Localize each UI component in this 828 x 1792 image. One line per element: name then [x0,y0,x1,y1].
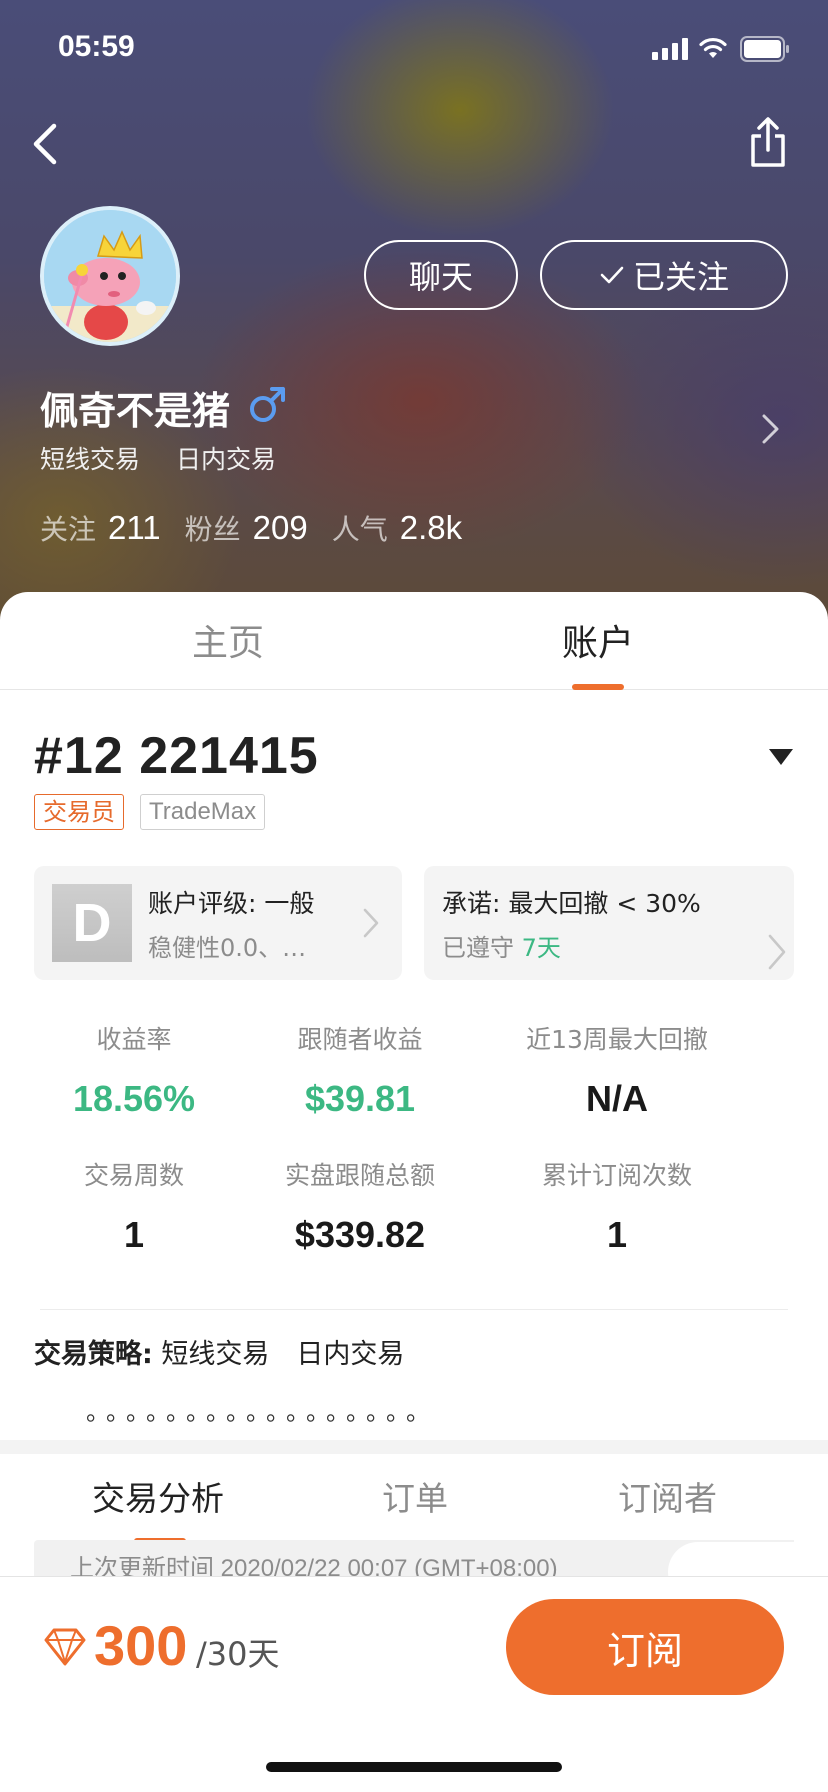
following-label[interactable]: 关注 [40,508,96,548]
diamond-icon [44,1628,86,1666]
trading-weeks-metric: 交易周数 1 [24,1156,244,1256]
popularity-count: 2.8k [399,509,463,546]
battery-icon [740,36,789,62]
metric-value: 18.56% [72,1078,196,1119]
max-drawdown-metric: 近13周最大回撤 N/A [507,1020,727,1120]
checkmark-icon [600,266,624,284]
status-time: 05:59 [58,30,135,63]
metric-label: 实盘跟随总额 [284,1161,435,1190]
strategy-text: 短线交易 日内交易 [161,1339,405,1370]
profile-header: 05:59 聊天 已关注 佩奇不是猪 短线交易 日内交易 关注 211 粉丝 2… [0,0,828,640]
metric-label: 收益率 [96,1025,172,1054]
share-icon[interactable] [744,116,792,170]
following-count[interactable]: 211 [108,509,161,547]
account-rating-card[interactable]: D 账户评级: 一般 稳健性0.0、… [34,866,402,980]
tab-trade-analysis[interactable]: 交易分析 [92,1472,224,1520]
account-number: #12 221415 [34,727,319,785]
follow-button-label: 已关注 [632,258,729,296]
update-time: 上次更新时间 2020/02/22 00:07 (GMT+08:00) [70,1555,558,1578]
user-tags: 短线交易 日内交易 [40,440,304,476]
chat-button-label: 聊天 [408,258,473,296]
metric-label: 近13周最大回撤 [526,1025,708,1054]
price-period: /30天 [196,1635,280,1673]
follower-profit-metric: 跟随者收益 $39.81 [250,1020,470,1120]
tab-orders[interactable]: 订单 [382,1472,448,1520]
section-gap [0,1440,828,1454]
rating-title: 账户评级: 一般 [148,889,315,918]
wifi-icon [699,37,727,58]
avatar-image [44,210,176,342]
signal-icon [652,38,688,60]
trader-badge: 交易员 [34,794,124,830]
trading-strategy: 交易策略: 短线交易 日内交易 [34,1334,454,1376]
home-indicator [266,1762,562,1772]
active-tab-indicator [572,684,624,690]
update-time-bar: 上次更新时间 2020/02/22 00:07 (GMT+08:00) [34,1540,794,1578]
promise-title: 承诺: 最大回撤 < 30% [442,889,701,918]
chat-button[interactable]: 聊天 [364,240,518,310]
metric-value: $39.81 [304,1078,416,1119]
male-icon [250,387,285,422]
return-rate-metric: 收益率 18.56% [24,1020,244,1120]
strategy-label: 交易策略: [34,1339,153,1370]
tab-home[interactable]: 主页 [192,614,264,666]
profile-stats: 关注 211 粉丝 209 人气 2.8k [40,508,486,548]
tab-subscribers[interactable]: 订阅者 [618,1472,717,1520]
subscribe-footer: 300 /30天 订阅 [0,1576,828,1792]
price: 300 [94,1614,188,1677]
status-bar: 05:59 [0,0,828,96]
subscription-count-metric: 累计订阅次数 1 [507,1156,727,1256]
chevron-right-icon[interactable] [760,412,782,446]
user-tag: 日内交易 [175,445,276,474]
popularity-label: 人气 [331,513,388,546]
grade-icon: D [52,884,132,962]
metric-label: 累计订阅次数 [541,1161,692,1190]
avatar[interactable] [40,206,180,346]
account-card: 主页 账户 #12 221415 交易员 TradeMax D 账户评级: 一般… [0,592,828,1452]
metric-value: $339.82 [294,1214,426,1255]
rating-subtitle: 稳健性0.0、… [148,934,307,962]
strategy-dots: 。。。。。。。。。。。。。。。。。 [86,1398,438,1426]
dropdown-triangle-icon[interactable] [768,748,794,766]
subscribe-button-label: 订阅 [606,1628,683,1673]
promise-status: 已遵守 [442,934,514,962]
chevron-right-icon [363,908,379,938]
drawdown-promise-card: 承诺: 最大回撤 < 30% 已遵守 7天 [424,866,794,980]
metric-label: 跟随者收益 [297,1025,423,1054]
analysis-tabs: 交易分析 订单 订阅者 [0,1454,828,1544]
tab-account[interactable]: 账户 [562,614,634,666]
user-name: 佩奇不是猪 [40,389,231,433]
subscribe-button[interactable]: 订阅 [506,1599,784,1695]
user-tag: 短线交易 [40,445,141,474]
metric-label: 交易周数 [83,1161,184,1190]
follow-button[interactable]: 已关注 [540,240,788,310]
back-icon[interactable] [26,118,66,170]
followers-count[interactable]: 209 [253,509,308,547]
metric-value: 1 [123,1214,145,1255]
platform-badge: TradeMax [140,794,266,830]
metric-value: 1 [606,1214,628,1255]
promise-days: 7天 [521,934,561,962]
followers-label[interactable]: 粉丝 [185,508,241,548]
promise-subtitle: 已遵守 7天 [442,928,561,963]
profile-tabs: 主页 账户 [0,592,828,690]
divider [40,1309,788,1310]
follow-amount-metric: 实盘跟随总额 $339.82 [250,1156,470,1256]
metric-value: N/A [586,1078,648,1119]
update-pill [668,1542,794,1578]
chevron-right-icon[interactable] [766,932,788,972]
